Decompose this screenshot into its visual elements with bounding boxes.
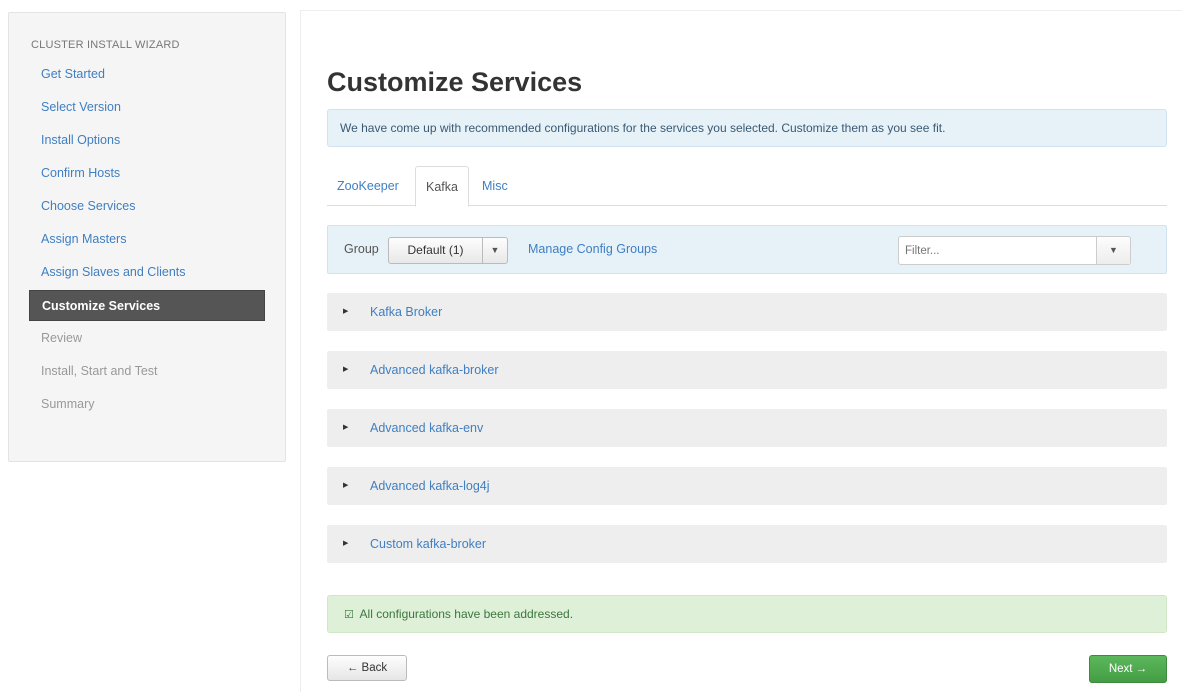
sidebar-item-review: Review [41, 331, 82, 345]
section-advanced-kafka-log4j[interactable]: ▶ Advanced kafka-log4j [327, 467, 1167, 505]
section-title[interactable]: Advanced kafka-broker [370, 351, 499, 389]
section-title[interactable]: Kafka Broker [370, 293, 442, 331]
info-alert: We have come up with recommended configu… [327, 109, 1167, 147]
sidebar-item-confirm-hosts[interactable]: Confirm Hosts [29, 157, 265, 190]
sidebar-steps: Get Started Select Version Install Optio… [29, 58, 265, 421]
sidebar-item-customize-services[interactable]: Customize Services [29, 290, 265, 321]
caret-right-icon: ▶ [343, 366, 349, 373]
section-advanced-kafka-env[interactable]: ▶ Advanced kafka-env [327, 409, 1167, 447]
sidebar-item-assign-slaves-clients[interactable]: Assign Slaves and Clients [29, 256, 265, 289]
sidebar-item-install-start-test: Install, Start and Test [41, 364, 158, 378]
sidebar-item-assign-masters[interactable]: Assign Masters [29, 223, 265, 256]
section-custom-kafka-broker[interactable]: ▶ Custom kafka-broker [327, 525, 1167, 563]
caret-right-icon: ▶ [343, 308, 349, 315]
sidebar-item-get-started[interactable]: Get Started [29, 58, 265, 91]
filter-input[interactable] [899, 237, 1096, 264]
group-select-value[interactable]: Default (1) [389, 238, 483, 263]
tab-misc[interactable]: Misc [472, 166, 518, 206]
group-label: Group [344, 242, 379, 256]
page-title: Customize Services [327, 67, 583, 97]
sidebar-item-summary: Summary [41, 397, 95, 411]
section-kafka-broker[interactable]: ▶ Kafka Broker [327, 293, 1167, 331]
sidebar-header: CLUSTER INSTALL WIZARD [31, 39, 180, 51]
filter-combobox[interactable]: ▼ [898, 236, 1131, 265]
caret-down-icon[interactable]: ▼ [483, 238, 507, 263]
service-tabs: ZooKeeper Kafka Misc [327, 166, 1167, 207]
caret-down-icon[interactable]: ▼ [1096, 237, 1130, 264]
caret-right-icon: ▶ [343, 540, 349, 547]
next-button[interactable]: Next → [1089, 655, 1167, 683]
success-message: All configurations have been addressed. [359, 607, 574, 621]
sidebar-item-choose-services[interactable]: Choose Services [29, 190, 265, 223]
section-title[interactable]: Custom kafka-broker [370, 525, 486, 563]
caret-right-icon: ▶ [343, 424, 349, 431]
sidebar-item-select-version[interactable]: Select Version [29, 91, 265, 124]
section-title[interactable]: Advanced kafka-log4j [370, 467, 490, 505]
success-alert: ☑ All configurations have been addressed… [327, 595, 1167, 633]
back-button[interactable]: ← Back [327, 655, 407, 681]
config-group-bar: Group Default (1) ▼ Manage Config Groups… [327, 225, 1167, 274]
caret-right-icon: ▶ [343, 482, 349, 489]
group-select[interactable]: Default (1) ▼ [388, 237, 508, 264]
tab-zookeeper[interactable]: ZooKeeper [327, 166, 409, 206]
sidebar-item-install-options[interactable]: Install Options [29, 124, 265, 157]
tab-kafka[interactable]: Kafka [415, 166, 469, 207]
check-square-icon: ☑ [344, 609, 354, 621]
main-panel: Customize Services We have come up with … [300, 10, 1182, 692]
wizard-sidebar: CLUSTER INSTALL WIZARD Get Started Selec… [8, 12, 286, 462]
section-advanced-kafka-broker[interactable]: ▶ Advanced kafka-broker [327, 351, 1167, 389]
manage-config-groups-link[interactable]: Manage Config Groups [528, 226, 657, 273]
section-title[interactable]: Advanced kafka-env [370, 409, 483, 447]
